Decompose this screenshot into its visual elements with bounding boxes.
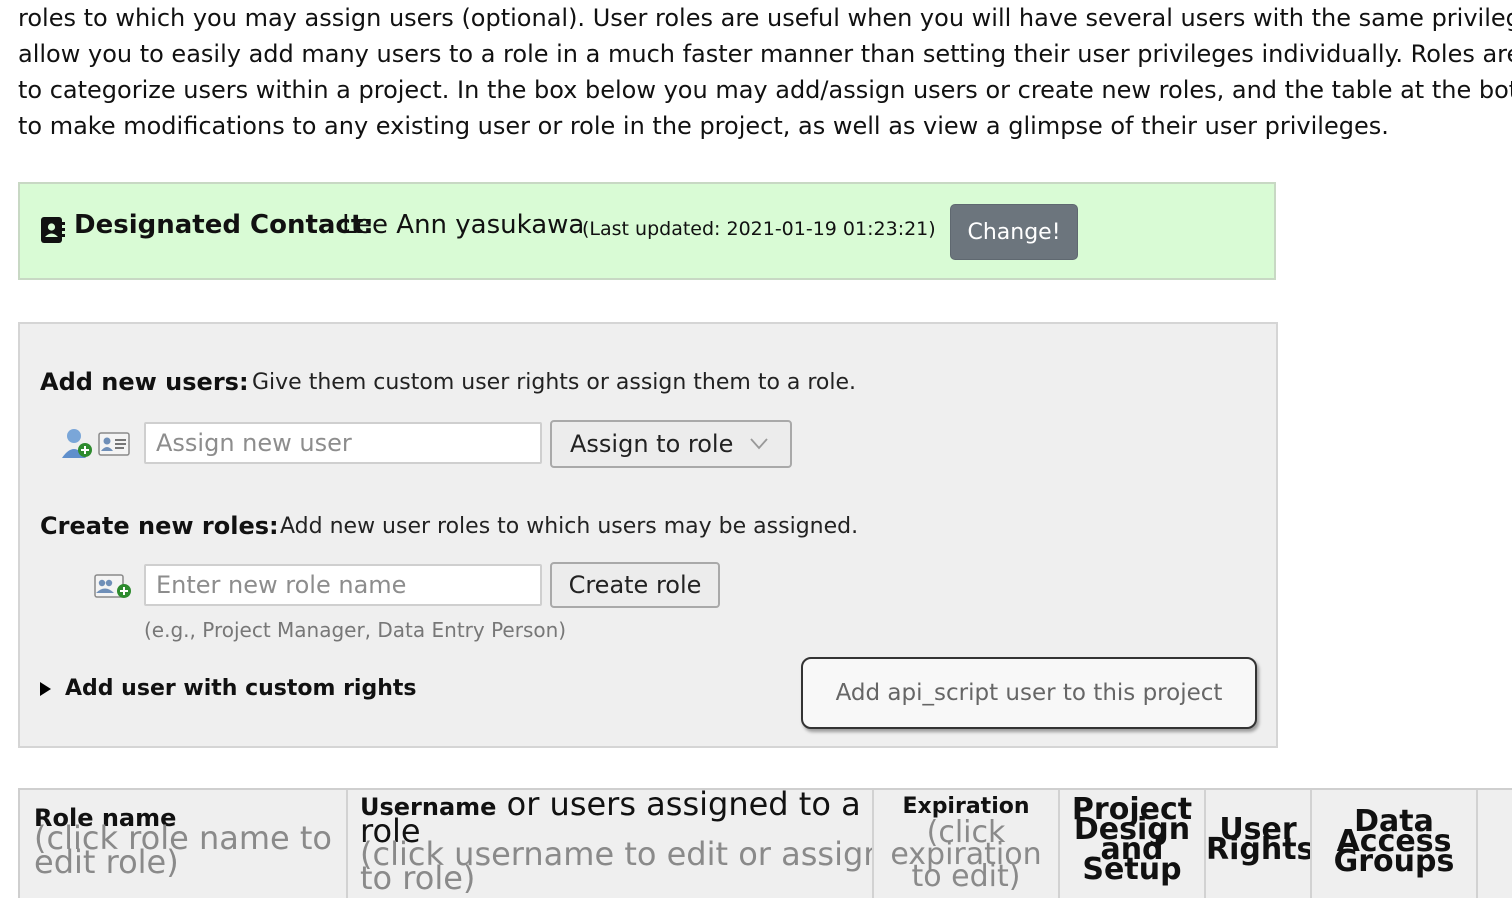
add-user-custom-rights-label: Add user with custom rights — [65, 676, 417, 701]
intro-line: allow you to easily add many users to a … — [18, 40, 1512, 68]
add-new-users-title: Add new users: — [40, 368, 249, 396]
column-project-design-setup: Project Design and Setup — [1060, 790, 1206, 898]
designated-contact-panel: Designated Contact: Lee Ann yasukawa (La… — [18, 182, 1276, 280]
role-name-example: (e.g., Project Manager, Data Entry Perso… — [144, 618, 567, 642]
user-management-panel: Add new users: Give them custom user rig… — [18, 322, 1278, 748]
assign-to-role-button[interactable]: Assign to role — [550, 420, 792, 468]
add-new-users-description: Give them custom user rights or assign t… — [252, 370, 857, 395]
column-data-access-groups: Data Access Groups — [1312, 790, 1478, 898]
column-role-name[interactable]: Role name (click role name to edit role) — [20, 790, 348, 898]
chevron-down-icon — [750, 438, 769, 450]
create-new-roles-title: Create new roles: — [40, 512, 279, 540]
create-role-button[interactable]: Create role — [550, 562, 720, 608]
intro-line: to make modifications to any existing us… — [18, 112, 1389, 140]
add-user-custom-rights-toggle[interactable]: Add user with custom rights — [40, 676, 417, 701]
add-api-script-user-button[interactable]: Add api_script user to this project — [801, 657, 1257, 729]
contact-card-icon — [41, 217, 65, 243]
change-contact-button[interactable]: Change! — [950, 204, 1078, 260]
user-card-icon — [98, 432, 130, 460]
user-rights-label: Rights — [1206, 832, 1312, 867]
create-new-roles-description: Add new user roles to which users may be… — [280, 514, 859, 539]
username-title-rest: or users assigned to a — [496, 790, 861, 823]
role-card-add-icon — [94, 574, 132, 604]
column-username[interactable]: Username or users assigned to a role (cl… — [348, 790, 874, 898]
last-updated-text: (Last updated: 2021-01-19 01:23:21) — [582, 218, 936, 240]
project-design-label: Setup — [1082, 852, 1182, 887]
triangle-right-icon — [40, 681, 51, 696]
column-expiration[interactable]: Expiration (click expiration to edit) — [874, 790, 1060, 898]
designated-contact-name: Lee Ann yasukawa — [342, 210, 585, 240]
dag-label: Groups — [1333, 844, 1455, 879]
intro-line: to categorize users within a project. In… — [18, 76, 1512, 104]
assign-to-role-label: Assign to role — [570, 430, 734, 458]
assign-new-user-input[interactable] — [144, 422, 542, 464]
intro-line: roles to which you may assign users (opt… — [18, 4, 1512, 32]
designated-contact-label: Designated Contact: — [74, 210, 374, 240]
intro-paragraph: roles to which you may assign users (opt… — [18, 0, 1512, 144]
user-rights-table-header: Role name (click role name to edit role)… — [18, 788, 1512, 898]
new-role-name-input[interactable] — [144, 564, 542, 606]
user-add-icon — [60, 426, 94, 464]
column-user-rights: User Rights — [1206, 790, 1312, 898]
